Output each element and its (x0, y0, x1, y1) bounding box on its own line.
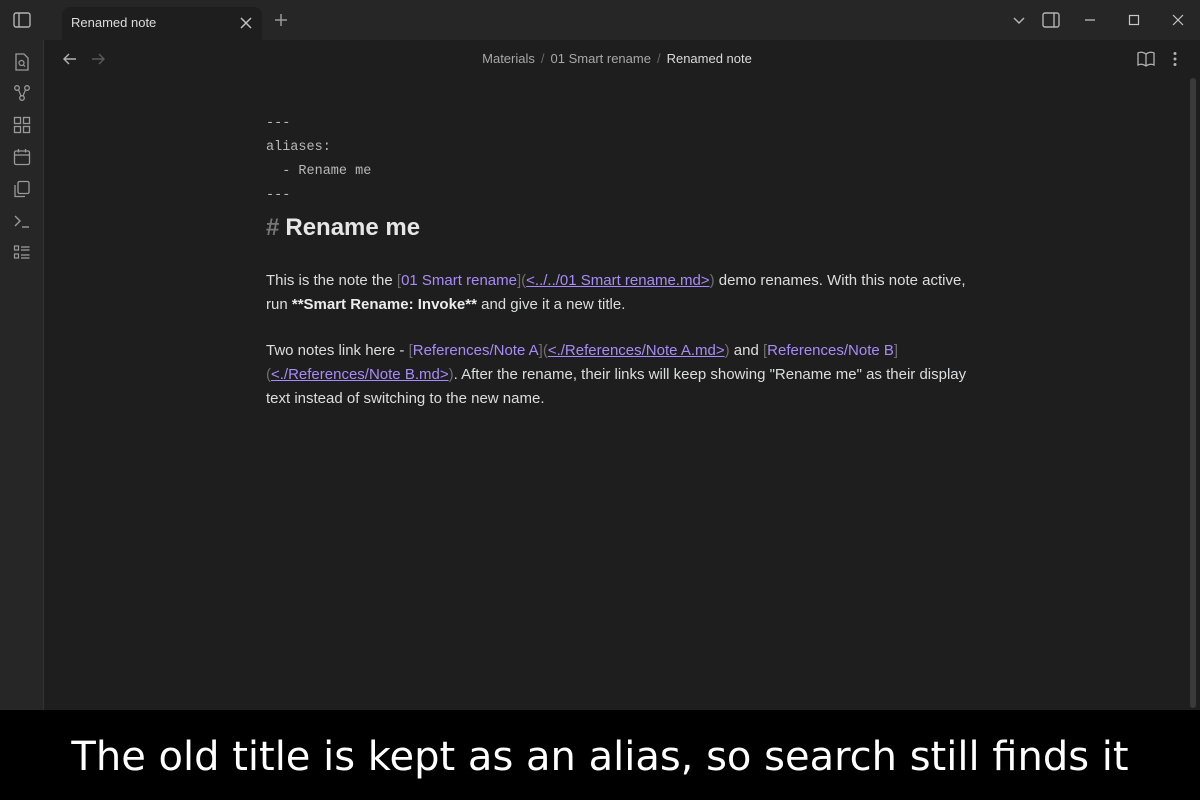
text: and (729, 342, 763, 359)
chevron-down-icon[interactable] (1010, 11, 1028, 29)
heading-marker: # (266, 214, 280, 241)
link-url-note-a[interactable]: <./References/Note A.md> (548, 342, 725, 359)
caption-bar: The old title is kept as an alias, so se… (0, 710, 1200, 800)
heading-text: Rename me (285, 214, 421, 241)
frontmatter: --- aliases: - Rename me --- (266, 112, 976, 208)
canvas-icon[interactable] (12, 115, 32, 135)
link-note-a[interactable]: References/Note A (413, 342, 539, 359)
command-palette-icon[interactable] (12, 243, 32, 263)
bracket: ] (893, 342, 899, 359)
breadcrumb-current[interactable]: Renamed note (667, 51, 752, 66)
tab-label: Renamed note (71, 15, 157, 30)
text: and give it a new title. (476, 296, 626, 313)
view-header: Materials / 01 Smart rename / Renamed note (44, 40, 1190, 78)
maximize-icon[interactable] (1126, 12, 1142, 28)
calendar-icon[interactable] (12, 147, 32, 167)
scrollbar[interactable] (1190, 78, 1196, 708)
close-icon[interactable] (238, 15, 254, 31)
caption-text: The old title is kept as an alias, so se… (71, 734, 1129, 780)
reading-view-icon[interactable] (1137, 50, 1155, 68)
sidebar-toggle-icon[interactable] (12, 10, 32, 30)
right-sidebar-icon[interactable] (1041, 10, 1061, 30)
link-url-smart-rename[interactable]: <../../01 Smart rename.md> (526, 272, 709, 289)
breadcrumb: Materials / 01 Smart rename / Renamed note (44, 51, 1190, 66)
editor[interactable]: --- aliases: - Rename me --- # Rename me Th… (266, 112, 976, 411)
text: This is the note the (266, 272, 397, 289)
breadcrumb-materials[interactable]: Materials (482, 51, 535, 66)
text: Two notes link here - (266, 342, 409, 359)
frontmatter-key: aliases: (266, 140, 331, 155)
link-url-note-b[interactable]: <./References/Note B.md> (271, 366, 449, 383)
command-name: **Smart Rename: Invoke** (291, 296, 477, 313)
note-heading: # Rename me (266, 211, 976, 245)
paragraph-1: This is the note the [01 Smart rename](<… (266, 269, 976, 317)
frontmatter-alias: - Rename me (266, 164, 372, 179)
breadcrumb-separator: / (540, 51, 545, 66)
terminal-icon[interactable] (12, 211, 32, 231)
minimize-icon[interactable] (1082, 12, 1098, 28)
plus-icon[interactable] (272, 11, 290, 29)
breadcrumb-separator: / (656, 51, 661, 66)
breadcrumb-smart-rename[interactable]: 01 Smart rename (551, 51, 651, 66)
templates-icon[interactable] (12, 179, 32, 199)
left-ribbon (0, 40, 44, 710)
paragraph-2: Two notes link here - [References/Note A… (266, 339, 976, 411)
link-note-b[interactable]: References/Note B (767, 342, 894, 359)
window-close-icon[interactable] (1170, 12, 1186, 28)
frontmatter-open: --- (266, 116, 291, 131)
graph-view-icon[interactable] (12, 83, 32, 103)
file-search-icon[interactable] (12, 52, 32, 72)
title-bar: Renamed note (0, 0, 1200, 40)
tab-renamed-note[interactable]: Renamed note (62, 7, 262, 40)
frontmatter-close: --- (266, 188, 291, 203)
more-options-icon[interactable] (1166, 50, 1184, 68)
link-smart-rename[interactable]: 01 Smart rename (401, 272, 517, 289)
